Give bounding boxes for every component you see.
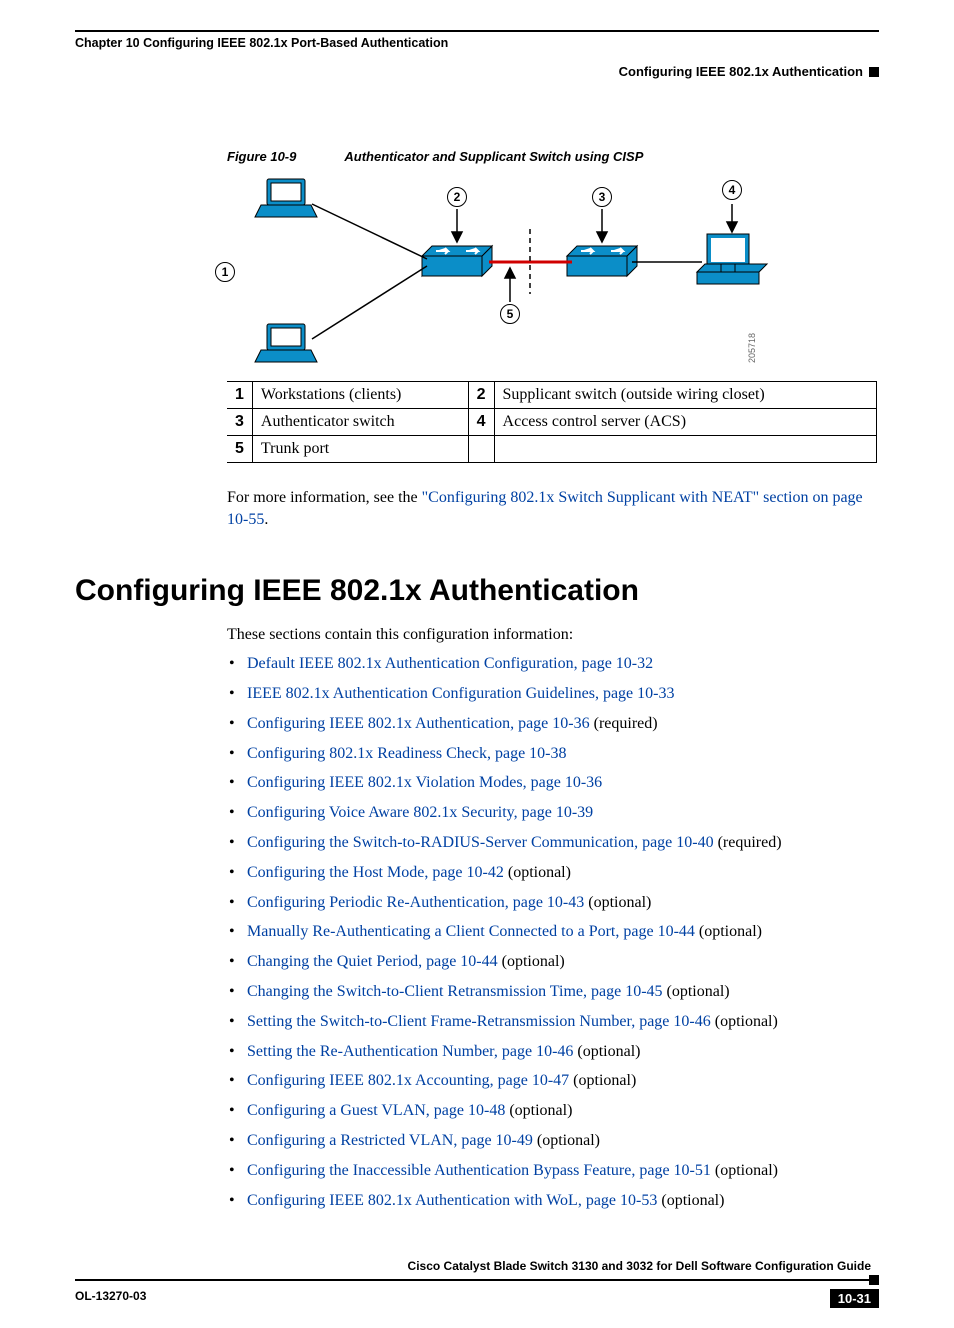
toc-item: Configuring 802.1x Readiness Check, page… [227, 744, 879, 765]
toc-link[interactable]: IEEE 802.1x Authentication Configuration… [247, 685, 674, 702]
header-chapter: Chapter 10 Configuring IEEE 802.1x Port-… [75, 36, 448, 50]
toc-link[interactable]: Setting the Re-Authentication Number, pa… [247, 1043, 573, 1060]
toc-suffix: (optional) [504, 864, 571, 881]
footer-book-title: Cisco Catalyst Blade Switch 3130 and 303… [75, 1259, 879, 1273]
toc-link[interactable]: Configuring IEEE 802.1x Accounting, page… [247, 1072, 569, 1089]
toc-item: Configuring IEEE 802.1x Authentication w… [227, 1191, 879, 1212]
legend-num: 2 [468, 382, 494, 409]
toc-suffix: (optional) [505, 1102, 572, 1119]
toc-link[interactable]: Configuring the Switch-to-RADIUS-Server … [247, 834, 714, 851]
toc-item: Configuring a Guest VLAN, page 10-48 (op… [227, 1101, 879, 1122]
intro-text: These sections contain this configuratio… [227, 626, 879, 644]
legend-num [468, 436, 494, 463]
toc-suffix: (optional) [573, 1043, 640, 1060]
legend-num: 3 [227, 409, 252, 436]
marker-5: 5 [500, 304, 520, 324]
toc-item: IEEE 802.1x Authentication Configuration… [227, 684, 879, 705]
toc-link[interactable]: Configuring IEEE 802.1x Authentication, … [247, 715, 590, 732]
toc-suffix: (optional) [584, 894, 651, 911]
toc-link[interactable]: Configuring Voice Aware 802.1x Security,… [247, 804, 593, 821]
toc-item: Configuring Voice Aware 802.1x Security,… [227, 803, 879, 824]
legend-text [494, 436, 876, 463]
toc-link[interactable]: Default IEEE 802.1x Authentication Confi… [247, 655, 653, 672]
toc-suffix: (optional) [711, 1013, 778, 1030]
legend-text: Trunk port [252, 436, 468, 463]
marker-3: 3 [592, 187, 612, 207]
toc-item: Setting the Switch-to-Client Frame-Retra… [227, 1012, 879, 1033]
toc-item: Configuring a Restricted VLAN, page 10-4… [227, 1131, 879, 1152]
toc-suffix: (optional) [663, 983, 730, 1000]
toc-suffix: (required) [590, 715, 658, 732]
legend-text: Authenticator switch [252, 409, 468, 436]
toc-item: Changing the Switch-to-Client Retransmis… [227, 982, 879, 1003]
toc-item: Changing the Quiet Period, page 10-44 (o… [227, 952, 879, 973]
toc-link[interactable]: Configuring the Host Mode, page 10-42 [247, 864, 504, 881]
figure-number: 205718 [747, 333, 757, 363]
toc-suffix: (optional) [498, 953, 565, 970]
para-post: . [264, 511, 268, 528]
toc-item: Configuring Periodic Re-Authentication, … [227, 893, 879, 914]
toc-item: Configuring the Switch-to-RADIUS-Server … [227, 833, 879, 854]
legend-num: 4 [468, 409, 494, 436]
para-pre: For more information, see the [227, 489, 422, 506]
figure-label: Figure 10-9 [227, 149, 296, 164]
toc-item: Configuring IEEE 802.1x Authentication, … [227, 714, 879, 735]
figure-caption: Figure 10-9 Authenticator and Supplicant … [227, 149, 879, 164]
marker-1: 1 [215, 262, 235, 282]
toc-link[interactable]: Configuring the Inaccessible Authenticat… [247, 1162, 711, 1179]
figure-diagram: 1 2 3 4 5 205718 [227, 174, 787, 369]
crossref-paragraph: For more information, see the "Configuri… [227, 487, 879, 530]
toc-link[interactable]: Configuring IEEE 802.1x Authentication w… [247, 1192, 657, 1209]
footer-marker-icon [869, 1275, 879, 1285]
toc-link[interactable]: Configuring Periodic Re-Authentication, … [247, 894, 584, 911]
toc-link[interactable]: Configuring IEEE 802.1x Violation Modes,… [247, 774, 602, 791]
legend-num: 5 [227, 436, 252, 463]
toc-link[interactable]: Configuring a Restricted VLAN, page 10-4… [247, 1132, 533, 1149]
toc-link[interactable]: Configuring 802.1x Readiness Check, page… [247, 745, 567, 762]
legend-text: Supplicant switch (outside wiring closet… [494, 382, 876, 409]
footer-docnum: OL-13270-03 [75, 1289, 146, 1308]
toc-suffix: (optional) [533, 1132, 600, 1149]
toc-suffix: (optional) [711, 1162, 778, 1179]
toc-link[interactable]: Changing the Switch-to-Client Retransmis… [247, 983, 663, 1000]
header-section: Configuring IEEE 802.1x Authentication [619, 64, 863, 79]
toc-item: Default IEEE 802.1x Authentication Confi… [227, 654, 879, 675]
toc-list: Default IEEE 802.1x Authentication Confi… [227, 654, 879, 1211]
toc-link[interactable]: Setting the Switch-to-Client Frame-Retra… [247, 1013, 711, 1030]
footer-rule [75, 1279, 870, 1281]
footer-page-number: 10-31 [830, 1289, 879, 1308]
toc-suffix: (required) [714, 834, 782, 851]
toc-link[interactable]: Configuring a Guest VLAN, page 10-48 [247, 1102, 505, 1119]
legend-text: Access control server (ACS) [494, 409, 876, 436]
marker-4: 4 [722, 180, 742, 200]
header-rule [75, 30, 879, 32]
toc-item: Manually Re-Authenticating a Client Conn… [227, 922, 879, 943]
figure-legend-table: 1 Workstations (clients) 2 Supplicant sw… [227, 381, 877, 463]
figure-title: Authenticator and Supplicant Switch usin… [344, 149, 643, 164]
section-heading: Configuring IEEE 802.1x Authentication [75, 574, 879, 608]
legend-text: Workstations (clients) [252, 382, 468, 409]
toc-item: Configuring the Host Mode, page 10-42 (o… [227, 863, 879, 884]
legend-num: 1 [227, 382, 252, 409]
toc-link[interactable]: Manually Re-Authenticating a Client Conn… [247, 923, 695, 940]
toc-suffix: (optional) [569, 1072, 636, 1089]
toc-item: Configuring IEEE 802.1x Accounting, page… [227, 1071, 879, 1092]
toc-suffix: (optional) [657, 1192, 724, 1209]
toc-suffix: (optional) [695, 923, 762, 940]
toc-item: Configuring the Inaccessible Authenticat… [227, 1161, 879, 1182]
toc-item: Configuring IEEE 802.1x Violation Modes,… [227, 773, 879, 794]
toc-item: Setting the Re-Authentication Number, pa… [227, 1042, 879, 1063]
header-marker-icon [869, 67, 879, 77]
marker-2: 2 [447, 187, 467, 207]
toc-link[interactable]: Changing the Quiet Period, page 10-44 [247, 953, 498, 970]
